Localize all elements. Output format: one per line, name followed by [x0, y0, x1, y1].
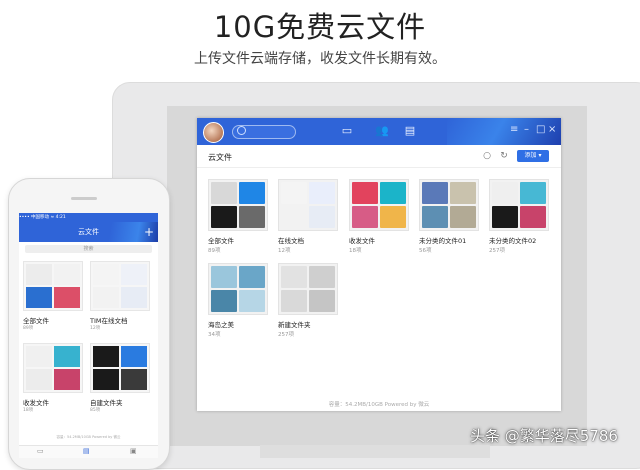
folder-thumbnail: [489, 179, 549, 231]
folder-count: 89项: [23, 326, 34, 331]
folder-item[interactable]: 新建文件夹 257项: [278, 263, 338, 338]
phone-search-input[interactable]: 搜索: [25, 245, 152, 253]
folder-count: 257项: [278, 332, 294, 338]
avatar[interactable]: [203, 122, 224, 143]
folder-count: 85项: [90, 408, 101, 413]
folder-item[interactable]: 在线文档 12项: [278, 179, 338, 254]
search-icon: [237, 126, 246, 135]
phone-speaker: [71, 197, 97, 200]
folder-name: TIM在线文档: [90, 317, 128, 325]
phone-header-title: 云文件: [19, 222, 158, 242]
folder-count: 89项: [208, 248, 221, 254]
phone-screen: •••• 中国移动 ≈ 4:21 云文件 + 搜索 全部文件 89项 TIM在线…: [19, 213, 158, 458]
page-subheadline: 上传文件云端存储，收发文件长期有效。: [194, 51, 446, 67]
refresh-icon[interactable]: ↻: [499, 151, 509, 161]
folder-name: 自建文件夹: [90, 399, 123, 407]
folder-name: 未分类的文件01: [419, 237, 467, 245]
tab-workspace-icon[interactable]: ▣: [130, 447, 137, 455]
close-icon[interactable]: ×: [548, 124, 556, 135]
phone-folder-item[interactable]: TIM在线文档 12项: [90, 261, 150, 331]
phone-folder-item[interactable]: 自建文件夹 85项: [90, 343, 150, 413]
phone-folder-item[interactable]: 收发文件 18项: [23, 343, 83, 413]
folder-thumbnail: [23, 261, 83, 311]
desktop-app-window: ▭ 👥 ▤ ≡ – □ × 云文件 ○ ↻ 添加 ▾ 全部文件 89项 在线文档…: [197, 118, 561, 411]
folder-name: 在线文档: [278, 237, 304, 245]
folder-name: 全部文件: [208, 237, 234, 245]
toolbar-title: 云文件: [208, 153, 232, 162]
folder-thumbnail: [208, 179, 268, 231]
search-icon[interactable]: ○: [482, 151, 492, 161]
folder-thumbnail: [278, 179, 338, 231]
folder-item[interactable]: 未分类的文件01 56项: [419, 179, 479, 254]
toolbar-divider: [197, 167, 561, 168]
page-headline: 10G免费云文件: [213, 10, 427, 44]
folder-count: 18项: [23, 408, 34, 413]
folder-thumbnail: [208, 263, 268, 315]
folder-thumbnail: [23, 343, 83, 393]
chat-icon[interactable]: ▭: [340, 125, 354, 137]
folder-thumbnail: [278, 263, 338, 315]
folder-count: 18项: [349, 248, 362, 254]
minimize-icon[interactable]: –: [524, 124, 529, 135]
document-icon[interactable]: ▤: [403, 125, 417, 137]
folder-count: 12项: [278, 248, 291, 254]
folder-name: 收发文件: [23, 399, 49, 407]
folder-count: 34项: [208, 332, 221, 338]
folder-item[interactable]: 海岛之美 34项: [208, 263, 268, 338]
folder-item[interactable]: 收发文件 18项: [349, 179, 409, 254]
folder-name: 收发文件: [349, 237, 375, 245]
folder-name: 海岛之美: [208, 321, 234, 329]
tab-messages-icon[interactable]: ▭: [37, 447, 44, 455]
folder-count: 12项: [90, 326, 101, 331]
menu-icon[interactable]: ≡: [510, 124, 518, 135]
folder-item[interactable]: 未分类的文件02 257项: [489, 179, 549, 254]
folder-thumbnail: [349, 179, 409, 231]
storage-footer: 容量：54.2MB/10GB Powered by 微云: [328, 402, 430, 408]
watermark: 头条 @繁华落尽5786: [470, 427, 618, 445]
contacts-icon[interactable]: 👥: [375, 125, 389, 137]
folder-name: 新建文件夹: [278, 321, 311, 329]
maximize-icon[interactable]: □: [536, 124, 545, 135]
tab-files-icon[interactable]: ▤: [83, 447, 90, 455]
folder-count: 56项: [419, 248, 432, 254]
phone-folder-item[interactable]: 全部文件 89项: [23, 261, 83, 331]
folder-item[interactable]: 全部文件 89项: [208, 179, 268, 254]
folder-thumbnail: [90, 343, 150, 393]
folder-thumbnail: [90, 261, 150, 311]
folder-name: 全部文件: [23, 317, 49, 325]
folder-thumbnail: [419, 179, 479, 231]
add-button[interactable]: 添加 ▾: [517, 150, 549, 162]
folder-count: 257项: [489, 248, 505, 254]
phone-storage-footer: 容量：54.2MB/10GB Powered by 微云: [56, 435, 121, 439]
add-icon[interactable]: +: [144, 223, 154, 241]
monitor-stand: [260, 445, 490, 458]
folder-name: 未分类的文件02: [489, 237, 537, 245]
phone-status-bar: •••• 中国移动 ≈ 4:21: [19, 213, 158, 222]
